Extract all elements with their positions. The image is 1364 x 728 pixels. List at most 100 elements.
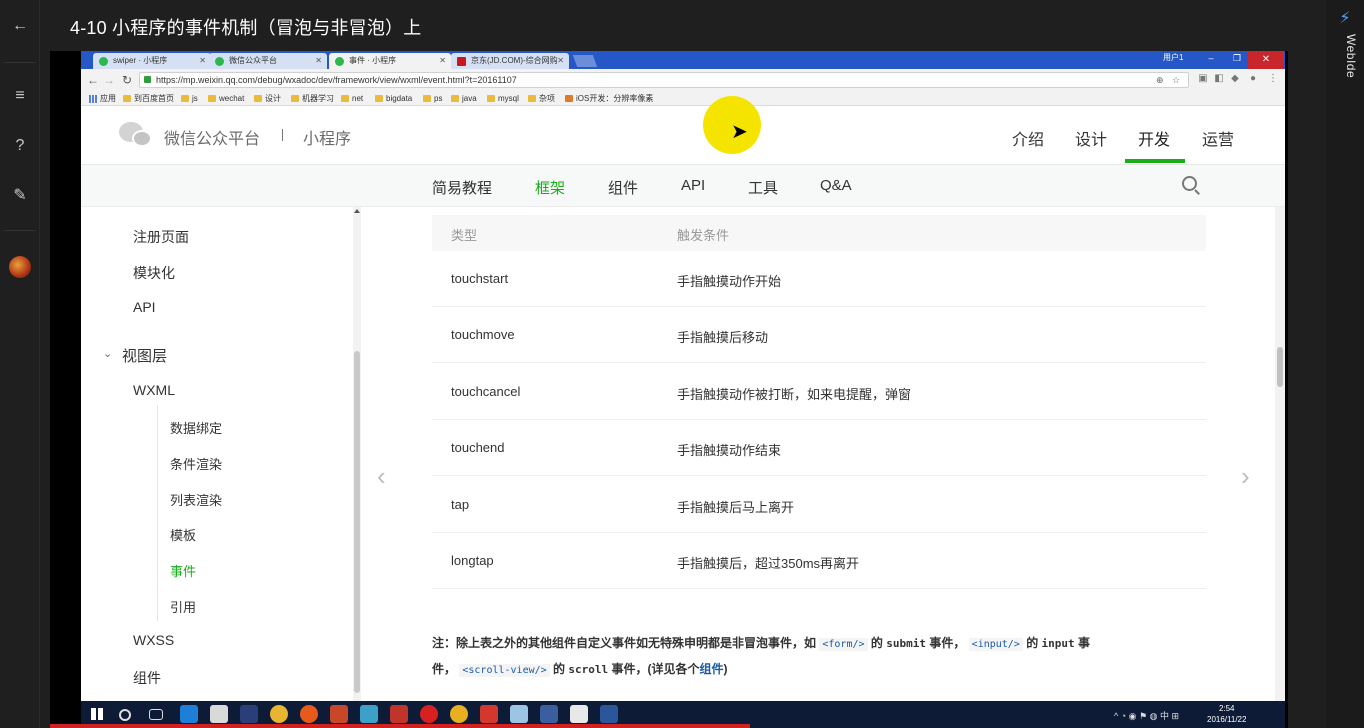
subnav-tutorial[interactable]: 简易教程 [432,177,492,198]
bookmark[interactable]: wechat [208,92,244,105]
code-editor-icon[interactable] [570,705,588,723]
window-user[interactable]: 用户1 [1163,52,1183,63]
menu-dots-icon[interactable]: ⋮ [1267,73,1279,85]
sidebar-item-modules[interactable]: 模块化 [133,263,175,283]
record-icon[interactable] [420,705,438,723]
bookmark[interactable]: java [451,92,477,105]
sidebar-item-event[interactable]: 事件 [170,561,196,580]
zoom-icon[interactable]: ⊕ [1156,73,1164,87]
back-arrow-icon[interactable]: ← [8,14,32,38]
sidebar-item-conditional[interactable]: 条件渲染 [170,454,222,473]
extension-icon[interactable]: ● [1247,73,1259,85]
system-tray[interactable]: ^ ◔ ◉ ⚑ ◍ 中 ⊞ [1114,709,1179,722]
edit-icon[interactable]: ✎ [8,184,32,208]
sidebar-item-list-render[interactable]: 列表渲染 [170,490,222,509]
powerpoint-icon[interactable] [330,705,348,723]
close-icon[interactable]: ✕ [199,53,206,69]
app-icon[interactable] [450,705,468,723]
new-tab-button[interactable] [572,55,598,67]
app-icon[interactable] [300,705,318,723]
components-link[interactable]: 组件 [699,662,723,676]
bookmark[interactable]: ps [423,92,442,105]
app-icon[interactable] [510,705,528,723]
webide-label[interactable]: WebIde [1332,34,1358,78]
prev-page-icon[interactable]: ‹ [377,461,386,492]
note-line-1: 注：除上表之外的其他组件自定义事件如无特殊申明都是非冒泡事件，如 <form/>… [432,636,1091,651]
forward-icon[interactable]: → [101,72,117,88]
wechat-logo-icon[interactable] [119,122,153,148]
subnav-components[interactable]: 组件 [608,177,638,198]
bookmark[interactable]: iOS开发：分辨率像素 [565,92,653,105]
bookmark[interactable]: js [181,92,198,105]
avatar[interactable] [9,256,31,278]
webide-icon[interactable]: ⚡ [1335,8,1355,28]
brand-name[interactable]: 微信公众平台 [164,125,260,149]
sidebar-item-data-binding[interactable]: 数据绑定 [170,418,222,437]
search-icon[interactable] [119,709,131,721]
folder-app-icon[interactable] [210,705,228,723]
bookmark[interactable]: mysql [487,92,519,105]
sidebar-item-template[interactable]: 模板 [170,525,196,544]
bookmark[interactable]: bigdata [375,92,412,105]
sidebar-scrollbar[interactable] [353,207,361,701]
bookmark[interactable]: 杂项 [528,92,555,105]
windows-start-icon[interactable] [91,708,103,720]
app-icon[interactable] [480,705,498,723]
app-icon[interactable] [540,705,558,723]
tab-swiper[interactable]: swiper · 小程序 ✕ [93,53,211,69]
bookmark[interactable]: 到百度首页 [123,92,174,105]
star-icon[interactable]: ☆ [1172,73,1180,87]
tab-mp[interactable]: 微信公众平台 ✕ [209,53,327,69]
close-window-button[interactable]: ✕ [1248,51,1284,69]
edge-icon[interactable] [180,705,198,723]
sidebar-item-view-layer[interactable]: 视图层 [122,345,167,366]
extension-icon[interactable]: ▣ [1197,73,1209,85]
bookmark[interactable]: 设计 [254,92,281,105]
topnav-intro[interactable]: 介绍 [1012,126,1044,150]
video-progress-bar[interactable] [50,724,750,728]
word-icon[interactable] [600,705,618,723]
close-icon[interactable]: ✕ [315,53,322,69]
bookmark[interactable]: 机器学习 [291,92,334,105]
close-icon[interactable]: ✕ [439,53,446,69]
sidebar-item-import[interactable]: 引用 [170,597,196,616]
menu-icon[interactable]: ≡ [8,84,32,108]
sidebar-item-register-page[interactable]: 注册页面 [133,227,189,247]
chevron-down-icon[interactable]: ⌄ [103,347,112,360]
sidebar-item-api[interactable]: API [133,299,156,315]
minimize-icon[interactable]: – [1201,53,1221,63]
close-icon[interactable]: ✕ [557,53,564,69]
next-page-icon[interactable]: › [1241,461,1250,492]
subnav-framework[interactable]: 框架 [535,177,565,198]
pocket-icon[interactable]: ◆ [1229,73,1241,85]
reload-icon[interactable]: ↻ [119,72,135,88]
subnav-api[interactable]: API [681,177,705,194]
subnav-qa[interactable]: Q&A [820,177,852,194]
subnav-tools[interactable]: 工具 [748,177,778,198]
sidebar-item-components[interactable]: 组件 [133,668,161,688]
task-view-icon[interactable] [149,709,163,720]
chrome-icon[interactable] [270,705,288,723]
tab-jd[interactable]: 京东(JD.COM)-综合网购 ✕ [451,53,569,69]
topnav-design[interactable]: 设计 [1075,126,1107,150]
content-scrollbar[interactable] [1275,207,1285,701]
brand-sub[interactable]: 小程序 [303,125,351,149]
sidebar-item-wxss[interactable]: WXSS [133,632,174,648]
app-icon[interactable] [360,705,378,723]
clock[interactable]: 2:54 2016/11/22 [1207,703,1246,725]
topnav-operate[interactable]: 运营 [1202,126,1234,150]
tab-event[interactable]: 事件 · 小程序 ✕ [329,53,451,69]
maximize-icon[interactable]: ❐ [1227,53,1247,64]
topnav-develop[interactable]: 开发 [1138,126,1170,150]
search-icon[interactable] [1181,175,1201,195]
question-icon[interactable]: ? [8,134,32,158]
extension-icon[interactable]: ◧ [1213,73,1225,85]
photoshop-icon[interactable] [240,705,258,723]
app-icon[interactable] [390,705,408,723]
address-bar[interactable]: https://mp.weixin.qq.com/debug/wxadoc/de… [139,72,1189,88]
sidebar-item-wxml[interactable]: WXML [133,382,175,398]
bookmark-apps[interactable]: 应用 [89,92,116,105]
bookmark[interactable]: net [341,92,363,105]
back-icon[interactable]: ← [85,72,101,88]
folder-icon [451,95,459,102]
